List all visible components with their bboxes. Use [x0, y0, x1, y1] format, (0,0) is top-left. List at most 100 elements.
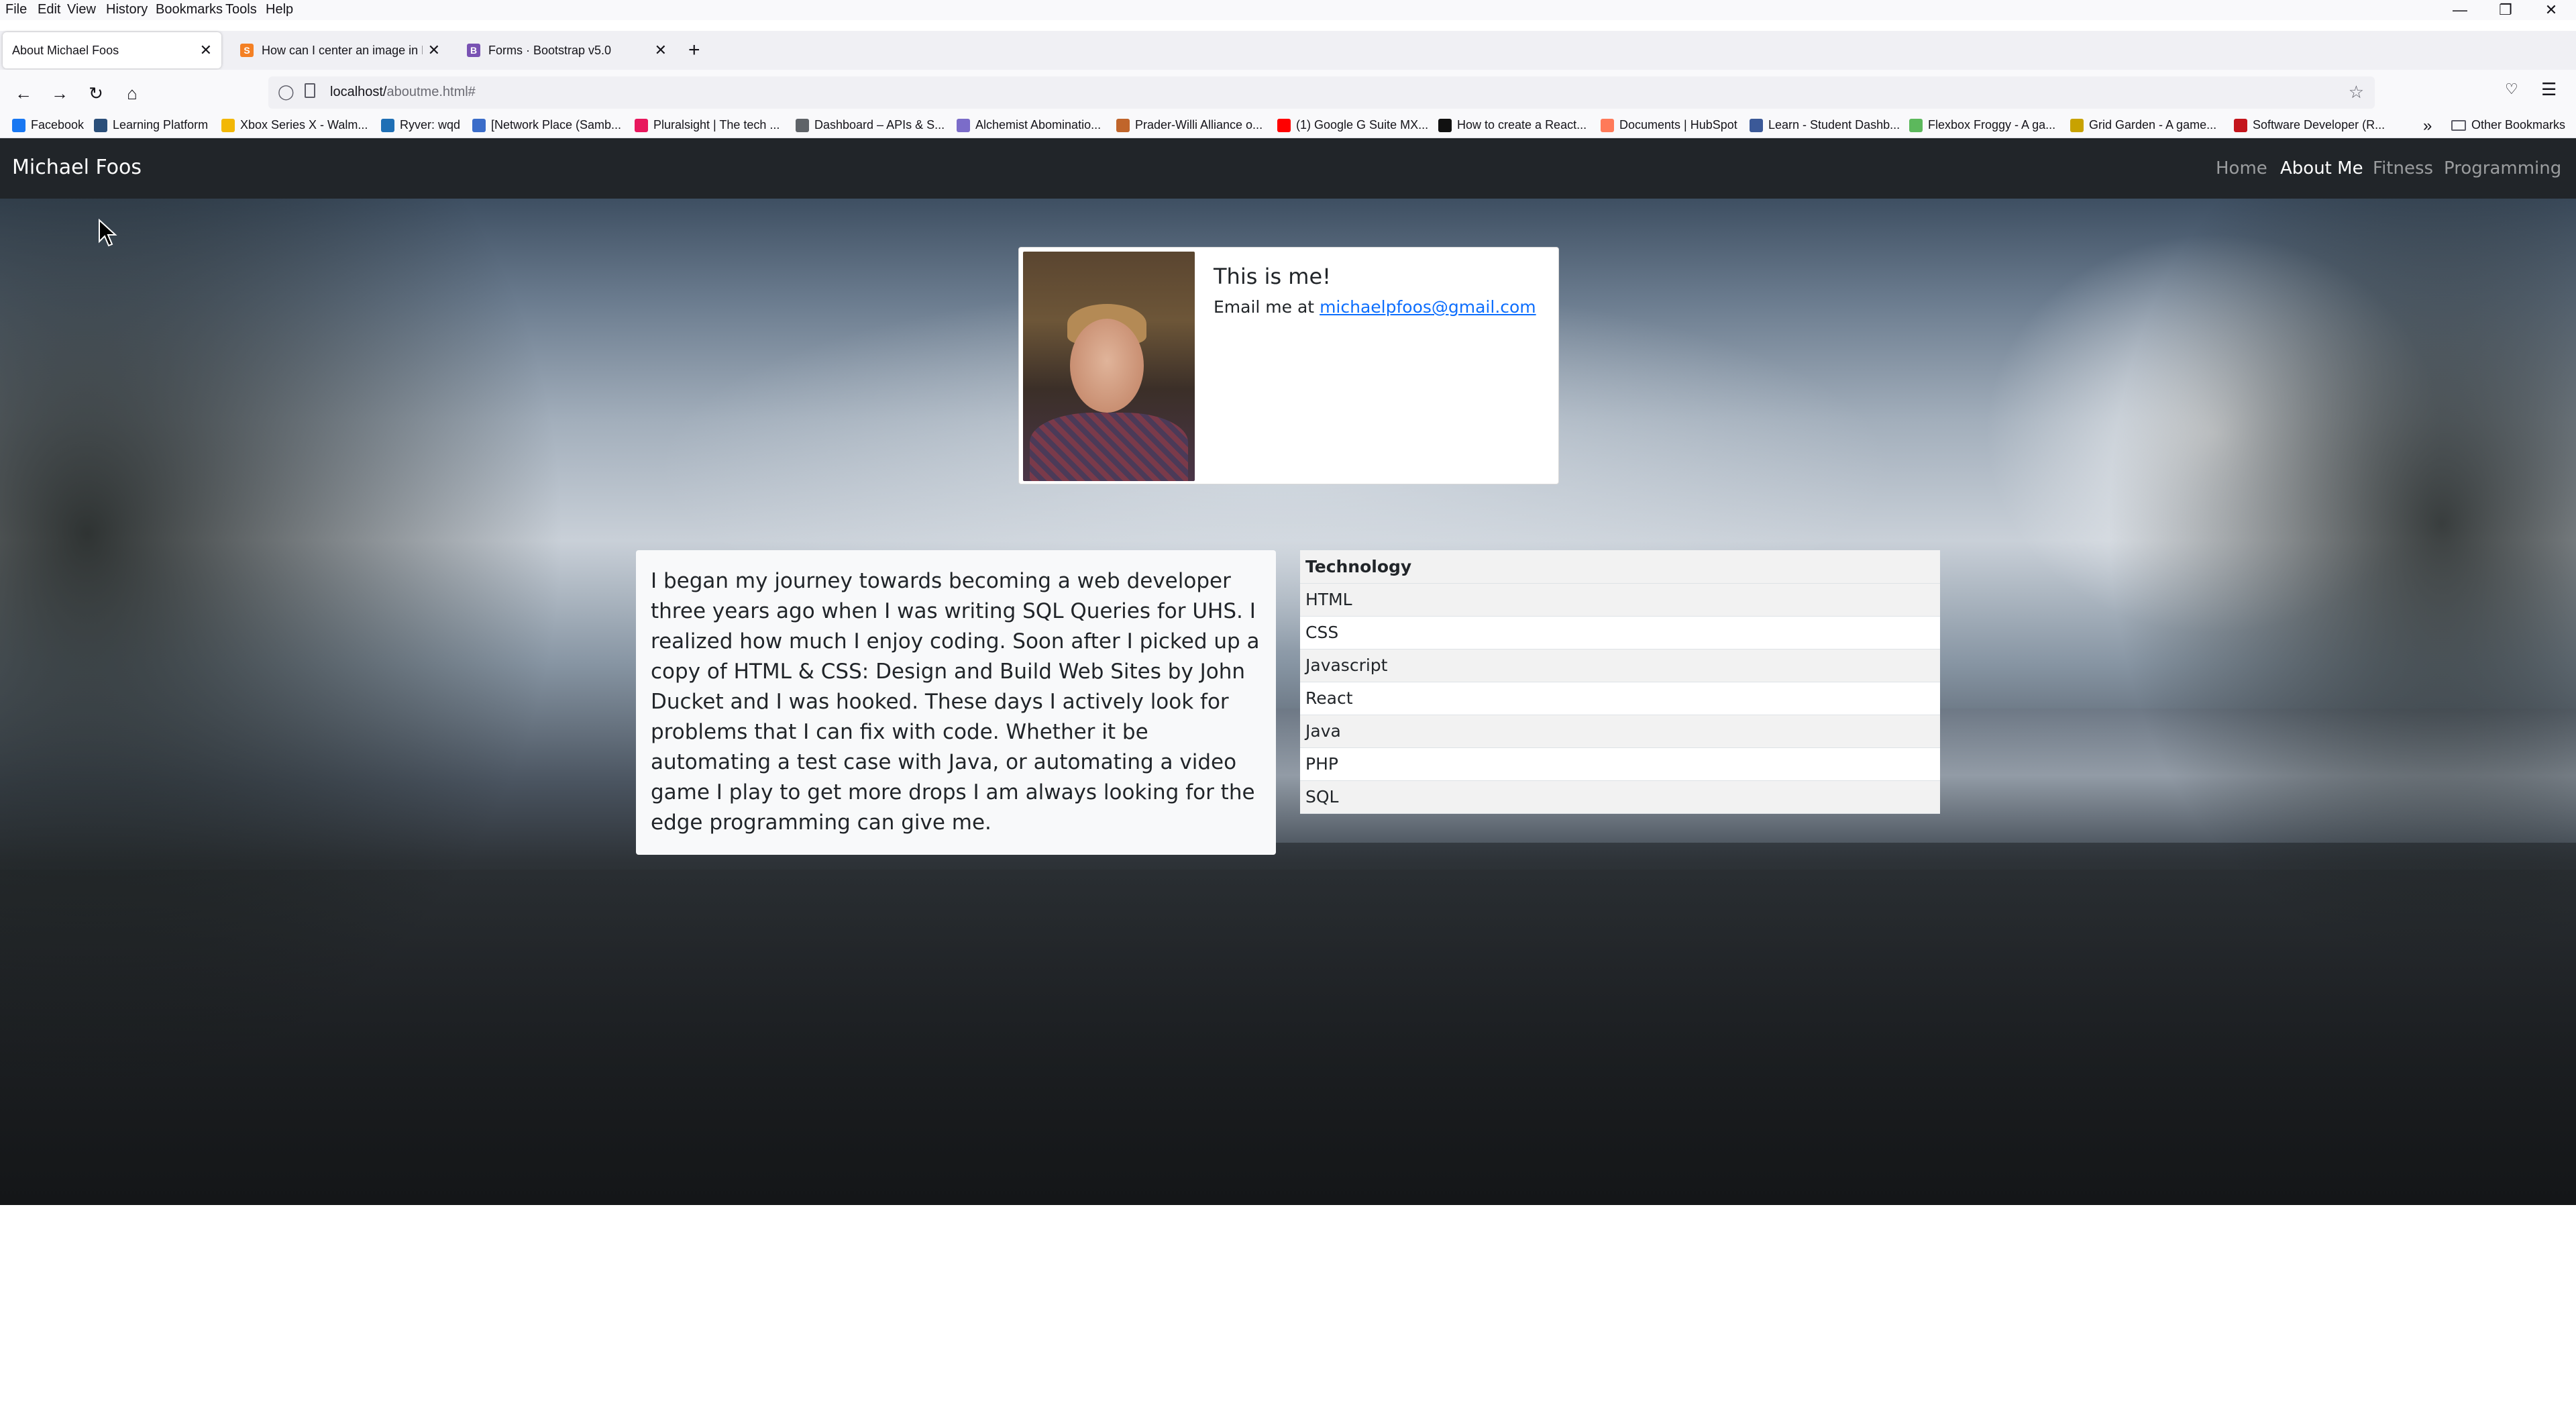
menu-view[interactable]: View: [67, 2, 96, 17]
menu-bookmarks[interactable]: Bookmarks: [156, 2, 223, 17]
tab-close-icon[interactable]: ✕: [655, 42, 667, 59]
tab-about-michael-foos[interactable]: About Michael Foos ✕: [3, 32, 221, 68]
profile-photo: [1023, 252, 1195, 481]
tech-cell: SQL: [1300, 780, 1940, 814]
table-header-row: Technology: [1300, 550, 1940, 584]
bookmark-label: Facebook: [31, 118, 85, 132]
technology-table: Technology HTML CSS Javascript React Jav…: [1300, 550, 1940, 814]
bookmark-item[interactable]: Pluralsight | The tech ...: [635, 118, 780, 132]
bookmark-item[interactable]: Ryver: wqd: [381, 118, 460, 132]
bookmarks-overflow-icon[interactable]: »: [2423, 117, 2432, 136]
google-cloud-icon: [796, 118, 809, 132]
site-brand[interactable]: Michael Foos: [12, 156, 142, 179]
tab-center-image[interactable]: S How can I center an image in Bo ✕: [231, 32, 449, 68]
pluralsight-icon: [635, 118, 648, 132]
bookmark-item[interactable]: Facebook: [12, 118, 84, 132]
alchemist-icon: [957, 118, 970, 132]
table-row: SQL: [1300, 780, 1940, 814]
nav-about-me[interactable]: About Me: [2280, 158, 2363, 178]
bookmark-item[interactable]: Flexbox Froggy - A ga...: [1909, 118, 2055, 132]
bookmark-label: Documents | HubSpot: [1619, 118, 1737, 132]
home-icon[interactable]: ⌂: [121, 82, 144, 105]
react-article-icon: [1438, 118, 1452, 132]
tab-title: About Michael Foos: [12, 43, 119, 57]
menu-file[interactable]: File: [5, 2, 27, 17]
other-bookmarks-label: Other Bookmarks: [2471, 118, 2566, 132]
page-info-icon[interactable]: [305, 83, 315, 98]
bookmark-item[interactable]: Prader-Willi Alliance o...: [1116, 118, 1263, 132]
bookmark-label: Flexbox Froggy - A ga...: [1928, 118, 2056, 132]
tracking-protection-icon[interactable]: ◯: [278, 83, 294, 101]
bookmark-label: Ryver: wqd: [400, 118, 461, 132]
tab-title: Forms · Bootstrap v5.0: [488, 43, 612, 57]
bookmark-item[interactable]: Documents | HubSpot: [1601, 118, 1737, 132]
bookmark-label: Learn - Student Dashb...: [1768, 118, 1900, 132]
tab-close-icon[interactable]: ✕: [200, 42, 212, 59]
technology-header: Technology: [1300, 550, 1940, 584]
email-link[interactable]: michaelpfoos@gmail.com: [1320, 297, 1536, 317]
bio-card: I began my journey towards becoming a we…: [636, 550, 1276, 855]
tech-cell: HTML: [1300, 583, 1940, 617]
bookmark-label: Learning Platform: [113, 118, 209, 132]
email-prefix: Email me at: [1214, 297, 1320, 317]
bookmark-item[interactable]: Alchemist Abominatio...: [957, 118, 1101, 132]
tech-cell: CSS: [1300, 616, 1940, 649]
bookmark-item[interactable]: How to create a React...: [1438, 118, 1587, 132]
nav-home[interactable]: Home: [2216, 158, 2267, 178]
table-row: HTML: [1300, 583, 1940, 617]
bookmark-item[interactable]: Learning Platform: [94, 118, 208, 132]
minimize-icon[interactable]: —: [2442, 0, 2478, 20]
bookmark-item[interactable]: Xbox Series X - Walm...: [221, 118, 368, 132]
back-icon[interactable]: ←: [12, 82, 35, 105]
menu-history[interactable]: History: [106, 2, 148, 17]
restore-icon[interactable]: ❐: [2487, 0, 2524, 20]
tab-close-icon[interactable]: ✕: [428, 42, 440, 59]
bookmark-item[interactable]: (1) Google G Suite MX...: [1277, 118, 1428, 132]
nav-programming[interactable]: Programming: [2444, 158, 2561, 178]
bio-text: I began my journey towards becoming a we…: [651, 569, 1260, 835]
bookmark-label: Prader-Willi Alliance o...: [1135, 118, 1263, 132]
bookmark-item[interactable]: Grid Garden - A game...: [2070, 118, 2216, 132]
browser-toolbar: ← → ↻ ⌂ ◯ localhost/aboutme.html# ☆: [0, 70, 2576, 115]
bookmark-label: Grid Garden - A game...: [2089, 118, 2217, 132]
bookmark-label: Pluralsight | The tech ...: [653, 118, 780, 132]
menu-tools[interactable]: Tools: [225, 2, 257, 17]
tech-cell: Java: [1300, 715, 1940, 748]
reload-icon[interactable]: ↻: [85, 82, 107, 105]
profile-title: This is me!: [1214, 264, 1331, 289]
tab-title: How can I center an image in Bo: [262, 43, 423, 57]
site-navbar: Michael Foos Home About Me Fitness Progr…: [0, 138, 2576, 199]
bookmark-star-icon[interactable]: ☆: [2349, 82, 2364, 103]
bookmark-label: Alchemist Abominatio...: [975, 118, 1102, 132]
nav-fitness[interactable]: Fitness: [2373, 158, 2433, 178]
bookmark-item[interactable]: Learn - Student Dashb...: [1750, 118, 1900, 132]
menu-edit[interactable]: Edit: [38, 2, 60, 17]
profile-card: This is me! Email me at michaelpfoos@gma…: [1018, 247, 1559, 484]
url-path: aboutme.html#: [386, 85, 476, 99]
close-window-icon[interactable]: ✕: [2533, 0, 2569, 20]
new-tab-icon[interactable]: +: [688, 39, 700, 62]
forward-icon[interactable]: →: [48, 82, 71, 105]
tab-strip: About Michael Foos ✕ S How can I center …: [0, 31, 2576, 70]
bookmark-item[interactable]: Dashboard – APIs & S...: [796, 118, 945, 132]
tab-forms-bootstrap[interactable]: B Forms · Bootstrap v5.0 ✕: [458, 32, 676, 68]
table-row: Java: [1300, 715, 1940, 748]
tech-cell: Javascript: [1300, 649, 1940, 682]
other-bookmarks[interactable]: Other Bookmarks: [2451, 118, 2565, 132]
youtube-icon: [1277, 118, 1291, 132]
learn-icon: [1750, 118, 1763, 132]
pocket-icon[interactable]: ♡: [2505, 81, 2518, 98]
tech-cell: React: [1300, 682, 1940, 715]
address-bar[interactable]: ◯ localhost/aboutme.html# ☆: [268, 76, 2375, 109]
menu-help[interactable]: Help: [266, 2, 293, 17]
app-menu-icon[interactable]: ☰: [2541, 79, 2557, 100]
learning-platform-icon: [94, 118, 107, 132]
ryver-icon: [381, 118, 394, 132]
url-text[interactable]: localhost/aboutme.html#: [330, 85, 476, 100]
menu-bar: File Edit View History Bookmarks Tools H…: [0, 0, 2576, 20]
bookmark-label: (1) Google G Suite MX...: [1296, 118, 1429, 132]
bookmark-item[interactable]: Software Developer (R...: [2234, 118, 2385, 132]
table-row: React: [1300, 682, 1940, 715]
bookmark-item[interactable]: [Network Place (Samb...: [472, 118, 621, 132]
bookmark-label: How to create a React...: [1457, 118, 1587, 132]
